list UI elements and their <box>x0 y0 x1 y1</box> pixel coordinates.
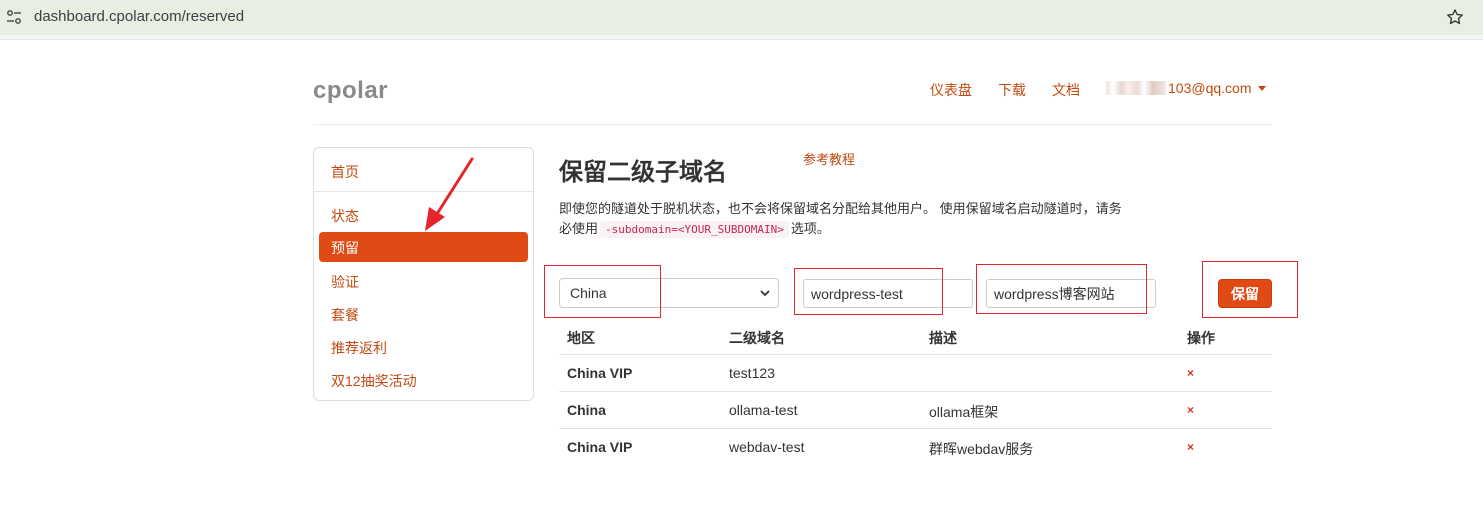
table-header-action: 操作 <box>1187 330 1215 346</box>
cell-region: China VIP <box>567 439 633 455</box>
description-highlight-box <box>976 264 1147 314</box>
delete-icon[interactable]: × <box>1187 403 1194 417</box>
brand-logo[interactable]: cpolar <box>313 77 388 105</box>
sidebar-item-auth[interactable]: 验证 <box>331 272 359 292</box>
sidebar-item-plans[interactable]: 套餐 <box>331 305 359 325</box>
region-highlight-box <box>544 265 661 318</box>
tutorial-link[interactable]: 参考教程 <box>803 149 855 168</box>
chevron-down-icon <box>760 290 770 297</box>
nav-docs-link[interactable]: 文档 <box>1052 80 1080 100</box>
page-title: 保留二级子域名 <box>559 159 727 186</box>
cell-subdomain: webdav-test <box>729 439 805 455</box>
table-divider <box>559 428 1272 429</box>
sidebar-item-home[interactable]: 首页 <box>331 162 359 182</box>
sidebar-item-status[interactable]: 状态 <box>331 206 359 226</box>
table-header-subdomain: 二级域名 <box>729 330 785 346</box>
cell-region: China VIP <box>567 365 633 381</box>
cell-description: ollama框架 <box>929 404 999 420</box>
site-settings-icon[interactable] <box>6 9 22 25</box>
table-divider <box>559 391 1272 392</box>
browser-address-bar[interactable]: dashboard.cpolar.com/reserved <box>0 0 1483 35</box>
user-email: 103@qq.com <box>1168 80 1252 96</box>
url-text[interactable]: dashboard.cpolar.com/reserved <box>34 8 244 25</box>
nav-download-link[interactable]: 下载 <box>998 80 1026 100</box>
delete-icon[interactable]: × <box>1187 366 1194 380</box>
header-divider <box>313 124 1272 125</box>
table-divider <box>559 354 1272 355</box>
cell-subdomain: ollama-test <box>729 402 798 418</box>
description-text-end: 选项。 <box>790 221 830 236</box>
sidebar-item-referral[interactable]: 推荐返利 <box>331 338 387 358</box>
annotation-arrow-icon <box>425 157 474 231</box>
cell-region: China <box>567 402 606 418</box>
sidebar-item-promo[interactable]: 双12抽奖活动 <box>331 371 417 391</box>
table-header-description: 描述 <box>929 330 957 346</box>
subdomain-code: -subdomain=<YOUR_SUBDOMAIN> <box>600 221 789 238</box>
address-bar-divider <box>0 35 1483 40</box>
nav-dashboard-link[interactable]: 仪表盘 <box>930 80 972 100</box>
sidebar-item-reserved[interactable]: 预留 <box>319 232 528 262</box>
table-header-region: 地区 <box>567 330 595 346</box>
caret-down-icon <box>1258 85 1267 91</box>
button-highlight-box <box>1202 261 1298 318</box>
cell-subdomain: test123 <box>729 365 775 381</box>
subdomain-highlight-box <box>794 268 943 315</box>
user-menu[interactable]: 103@qq.com <box>1106 80 1267 96</box>
delete-icon[interactable]: × <box>1187 440 1194 454</box>
bookmark-star-icon[interactable] <box>1445 7 1465 27</box>
sidebar-item-label: 预留 <box>331 240 359 256</box>
page-description: 即使您的隧道处于脱机状态，也不会将保留域名分配给其他用户。 使用保留域名启动隧道… <box>559 199 1129 240</box>
redacted-email-prefix <box>1106 81 1166 95</box>
cell-description: 群晖webdav服务 <box>929 441 1034 457</box>
